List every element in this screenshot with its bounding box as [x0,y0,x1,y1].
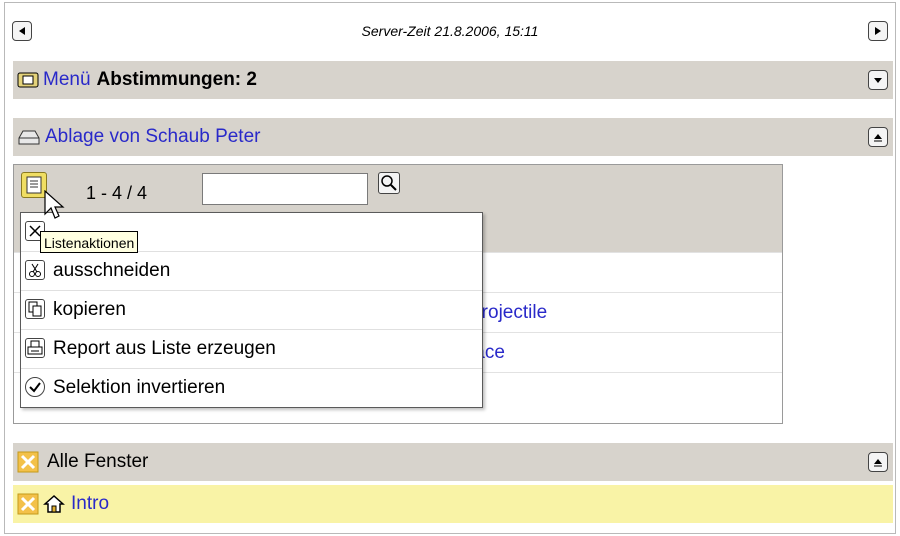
menu-item-report[interactable]: Report aus Liste erzeugen [21,330,482,369]
print-icon [25,338,45,358]
search-icon [381,175,397,191]
server-time: Server-Zeit 21.8.2006, 15:11 [361,23,539,39]
ablage-collapse-button[interactable] [868,127,888,147]
search-input[interactable] [202,173,368,205]
mouse-cursor-icon [44,190,65,219]
menu-link[interactable]: Menü [43,69,91,91]
list-toolbar: 1 - 4 / 4 [14,165,782,214]
all-windows-title: Alle Fenster [47,451,149,472]
close-window-icon[interactable] [17,493,39,515]
window-item-label[interactable]: Intro [71,493,109,515]
window-item-intro[interactable]: Intro [13,485,893,523]
collapse-up-icon [874,459,882,467]
copy-icon [25,299,45,319]
ablage-title[interactable]: Ablage von Schaub Peter [45,126,261,148]
windows-collapse-button[interactable] [868,452,888,472]
all-windows-bar: Alle Fenster [13,443,893,481]
nav-right-button[interactable] [868,21,888,41]
arrow-right-icon [875,27,881,35]
checkmark-icon [25,377,45,397]
menu-bar: Menü Abstimmungen: 2 [13,61,893,99]
scissors-icon [25,260,45,280]
home-icon [43,494,65,513]
list-icon [26,176,42,194]
server-time-bar: Server-Zeit 21.8.2006, 15:11 [5,3,895,59]
close-all-icon[interactable] [17,451,39,473]
menu-item-copy[interactable]: kopieren [21,291,482,330]
votes-label: Abstimmungen: 2 [96,69,257,90]
tray-icon [18,130,40,145]
list-counter: 1 - 4 / 4 [86,183,148,203]
menu-folder-icon [17,72,39,88]
tooltip: Listenaktionen [40,231,139,253]
collapse-up-icon [874,134,882,142]
menu-item-cut[interactable]: ausschneiden [21,252,482,291]
menu-item-invert-selection[interactable]: Selektion invertieren [21,369,482,408]
menu-dropdown-button[interactable] [868,70,888,90]
ablage-bar: Ablage von Schaub Peter [13,118,893,156]
search-button[interactable] [378,172,400,194]
chevron-down-icon [874,78,882,83]
